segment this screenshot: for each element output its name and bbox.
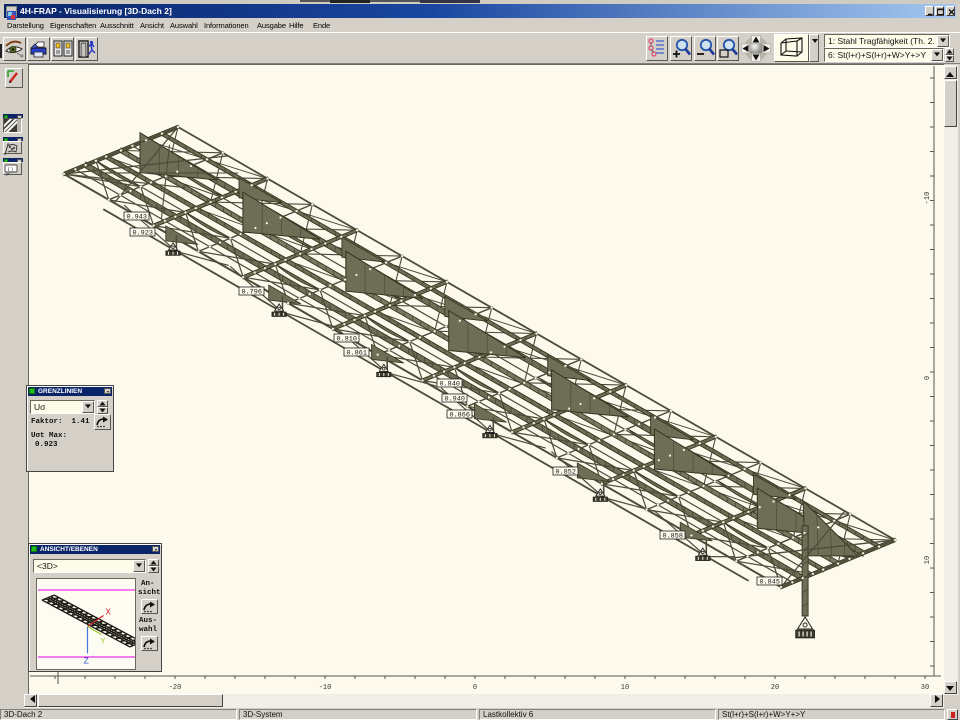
svg-text:-10: -10 [319,684,332,692]
svg-text:X: X [106,608,112,618]
svg-text:-20: -20 [169,684,182,692]
svg-text:(): () [7,166,14,173]
svg-text:30: 30 [921,684,929,692]
svg-text:Z: Z [84,657,90,667]
svg-text:0: 0 [473,684,477,692]
svg-text:10: 10 [621,684,629,692]
svg-text:0: 0 [924,376,932,380]
svg-text:10: 10 [924,556,932,564]
svg-text:20: 20 [771,684,779,692]
svg-text:-10: -10 [924,192,932,205]
svg-text:Y: Y [101,638,106,647]
